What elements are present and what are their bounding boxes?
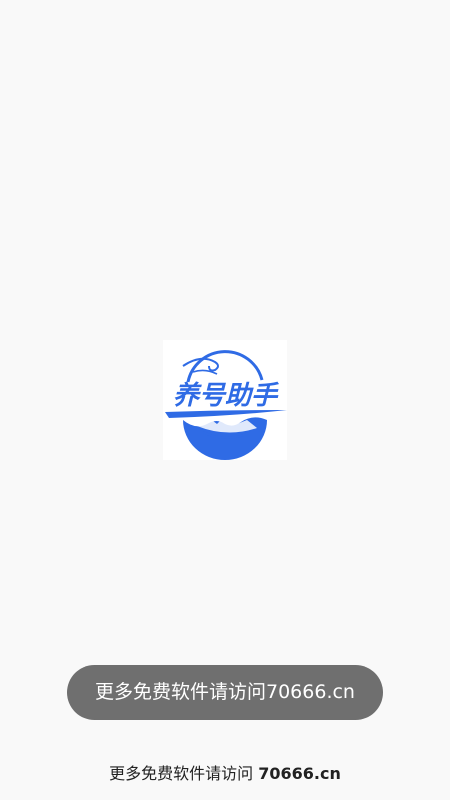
app-logo: 养号助手 xyxy=(163,340,287,460)
app-logo-graphic: 养号助手 xyxy=(165,350,287,460)
footer-domain: 70666.cn xyxy=(258,764,341,783)
toast-message: 更多免费软件请访问70666.cn xyxy=(67,665,383,720)
footer-text: 更多免费软件请访问 70666.cn xyxy=(0,762,450,786)
logo-text: 养号助手 xyxy=(173,381,279,411)
footer-prefix: 更多免费软件请访问 xyxy=(109,764,254,783)
